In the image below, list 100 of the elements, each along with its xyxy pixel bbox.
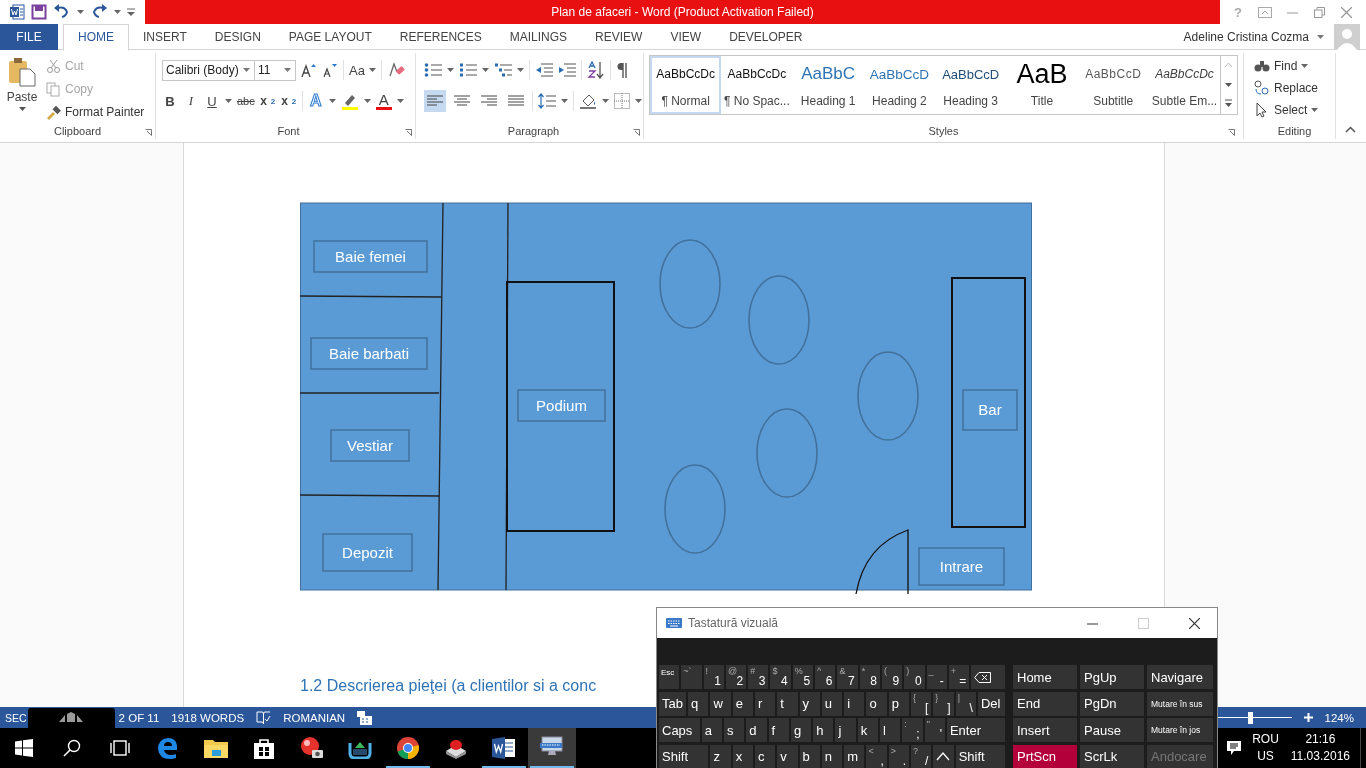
keyboard-key[interactable]: t xyxy=(777,691,798,716)
keyboard-key[interactable]: Shift xyxy=(955,744,1005,768)
keyboard-key[interactable]: Tab xyxy=(659,691,687,716)
style-item[interactable]: AaBbCcD Heading 3 xyxy=(935,56,1007,114)
keyboard-key[interactable]: o xyxy=(866,691,887,716)
caret-icon[interactable] xyxy=(77,10,84,14)
keyboard-key[interactable]: ^ 6 xyxy=(815,665,836,689)
bold-button[interactable]: B xyxy=(162,93,178,109)
style-item[interactable]: AaBbC Heading 1 xyxy=(792,56,864,114)
keyboard-key[interactable]: a xyxy=(701,718,722,742)
keyboard-key[interactable]: f xyxy=(768,718,789,742)
keyboard-key[interactable]: v xyxy=(777,744,798,768)
keyboard-key[interactable]: PrtScn xyxy=(1013,744,1077,768)
find-button[interactable]: Find xyxy=(1254,57,1335,75)
keyboard-key[interactable]: ( 9 xyxy=(881,665,903,689)
keyboard-key[interactable]: u xyxy=(821,691,843,716)
collapse-ribbon-icon[interactable] xyxy=(1345,126,1356,133)
keyboard-key[interactable]: l xyxy=(880,718,901,742)
keyboard-key[interactable]: ~` xyxy=(681,665,702,689)
user-name[interactable]: Adeline Cristina Cozma xyxy=(1183,29,1309,44)
caret-icon[interactable] xyxy=(1317,34,1324,39)
language-indicator[interactable]: ROMANIAN xyxy=(283,711,346,724)
keyboard-key[interactable]: & 7 xyxy=(837,665,858,689)
keyboard-key[interactable]: Mutare în jos xyxy=(1147,718,1213,742)
ribbon-tab[interactable]: VIEW xyxy=(656,23,716,50)
keyboard-key[interactable]: Caps xyxy=(659,718,700,742)
notification-icon[interactable] xyxy=(1226,740,1243,756)
proofing-icon[interactable] xyxy=(256,710,272,725)
keyboard-key[interactable]: Shift xyxy=(659,744,709,768)
caret-icon[interactable] xyxy=(225,99,232,103)
zoom-level[interactable]: 124% xyxy=(1324,711,1354,724)
keyboard-key[interactable] xyxy=(933,744,954,768)
keyboard-key[interactable]: PgUp xyxy=(1080,665,1144,689)
keyboard-key[interactable]: z xyxy=(710,744,731,768)
caret-icon[interactable] xyxy=(447,68,454,72)
keyboard-key[interactable]: r xyxy=(754,691,776,716)
undo-icon[interactable] xyxy=(53,4,71,20)
keyboard-key[interactable]: ScrLk xyxy=(1080,744,1144,768)
caret-icon[interactable] xyxy=(363,99,371,103)
caret-icon[interactable] xyxy=(602,99,609,103)
taskbar-app[interactable] xyxy=(528,728,576,768)
word-icon[interactable] xyxy=(9,4,25,20)
multilevel-list-icon[interactable] xyxy=(494,62,512,78)
keyboard-key[interactable]: * 8 xyxy=(859,665,880,689)
keyboard-key[interactable]: Enter xyxy=(946,718,1005,742)
redo-icon[interactable] xyxy=(90,4,108,20)
keyboard-key[interactable]: m xyxy=(844,744,865,768)
ribbon-tab[interactable]: PAGE LAYOUT xyxy=(274,23,386,50)
dialog-launcher-icon[interactable] xyxy=(633,129,640,136)
caret-icon[interactable] xyxy=(328,99,336,103)
keyboard-key[interactable]: ) 0 xyxy=(904,665,925,689)
format-painter-button[interactable]: Format Painter xyxy=(46,103,145,121)
underline-button[interactable]: U xyxy=(204,93,220,109)
shrink-font-icon[interactable] xyxy=(322,63,338,77)
caret-icon[interactable] xyxy=(114,10,121,14)
numbering-icon[interactable] xyxy=(459,62,477,78)
section-indicator[interactable]: SEC xyxy=(5,711,27,724)
close-icon[interactable] xyxy=(1189,617,1200,629)
caret-icon[interactable] xyxy=(396,99,404,103)
keyboard-key[interactable]: ! 1 xyxy=(703,665,724,689)
bullets-icon[interactable] xyxy=(424,62,442,78)
ribbon-tab[interactable]: REFERENCES xyxy=(385,23,496,50)
italic-button[interactable]: I xyxy=(183,93,199,109)
input-language[interactable]: ROU US xyxy=(1252,731,1279,765)
keyboard-key[interactable]: d xyxy=(746,718,767,742)
keyboard-key[interactable] xyxy=(971,665,1005,689)
show-formatting-icon[interactable] xyxy=(616,62,628,78)
paste-button[interactable]: Paste xyxy=(4,55,40,121)
replace-button[interactable]: Replace xyxy=(1254,79,1335,97)
sort-icon[interactable] xyxy=(587,61,605,79)
keyboard-key[interactable]: } ] xyxy=(933,691,954,716)
keyboard-key[interactable]: > . xyxy=(888,744,910,768)
keyboard-key[interactable]: Home xyxy=(1013,665,1077,689)
dialog-launcher-icon[interactable] xyxy=(145,129,152,136)
keyboard-key[interactable]: $ 4 xyxy=(770,665,791,689)
keyboard-key[interactable]: Mutare în sus xyxy=(1147,691,1213,716)
caret-icon[interactable] xyxy=(482,68,489,72)
customize-icon[interactable] xyxy=(127,8,135,16)
keyboard-key[interactable]: n xyxy=(821,744,843,768)
keyboard-key[interactable]: Insert xyxy=(1013,718,1077,742)
ribbon-tab[interactable]: DESIGN xyxy=(200,23,275,50)
grow-font-icon[interactable] xyxy=(301,63,317,77)
keyboard-key[interactable]: PgDn xyxy=(1080,691,1144,716)
keyboard-key[interactable]: q xyxy=(688,691,709,716)
keyboard-key[interactable]: y xyxy=(799,691,820,716)
keyboard-key[interactable]: i xyxy=(844,691,865,716)
keyboard-key[interactable]: ? / xyxy=(911,744,932,768)
ribbon-tab[interactable]: DEVELOPER xyxy=(715,23,817,50)
clock[interactable]: 21:16 11.03.2016 xyxy=(1290,731,1350,765)
keyboard-key[interactable]: k xyxy=(857,718,879,742)
keyboard-key[interactable]: { [ xyxy=(911,691,932,716)
keyboard-key[interactable]: e xyxy=(732,691,753,716)
caret-icon[interactable] xyxy=(561,99,568,103)
style-item[interactable]: AaBbCcDc ¶ Normal xyxy=(650,56,722,114)
keyboard-key[interactable]: w xyxy=(710,691,731,716)
shading-icon[interactable] xyxy=(579,93,597,109)
keyboard-key[interactable]: p xyxy=(888,691,910,716)
caret-icon[interactable] xyxy=(517,68,524,72)
decrease-indent-icon[interactable] xyxy=(535,63,553,77)
keyboard-key[interactable]: Navigare xyxy=(1147,665,1213,689)
